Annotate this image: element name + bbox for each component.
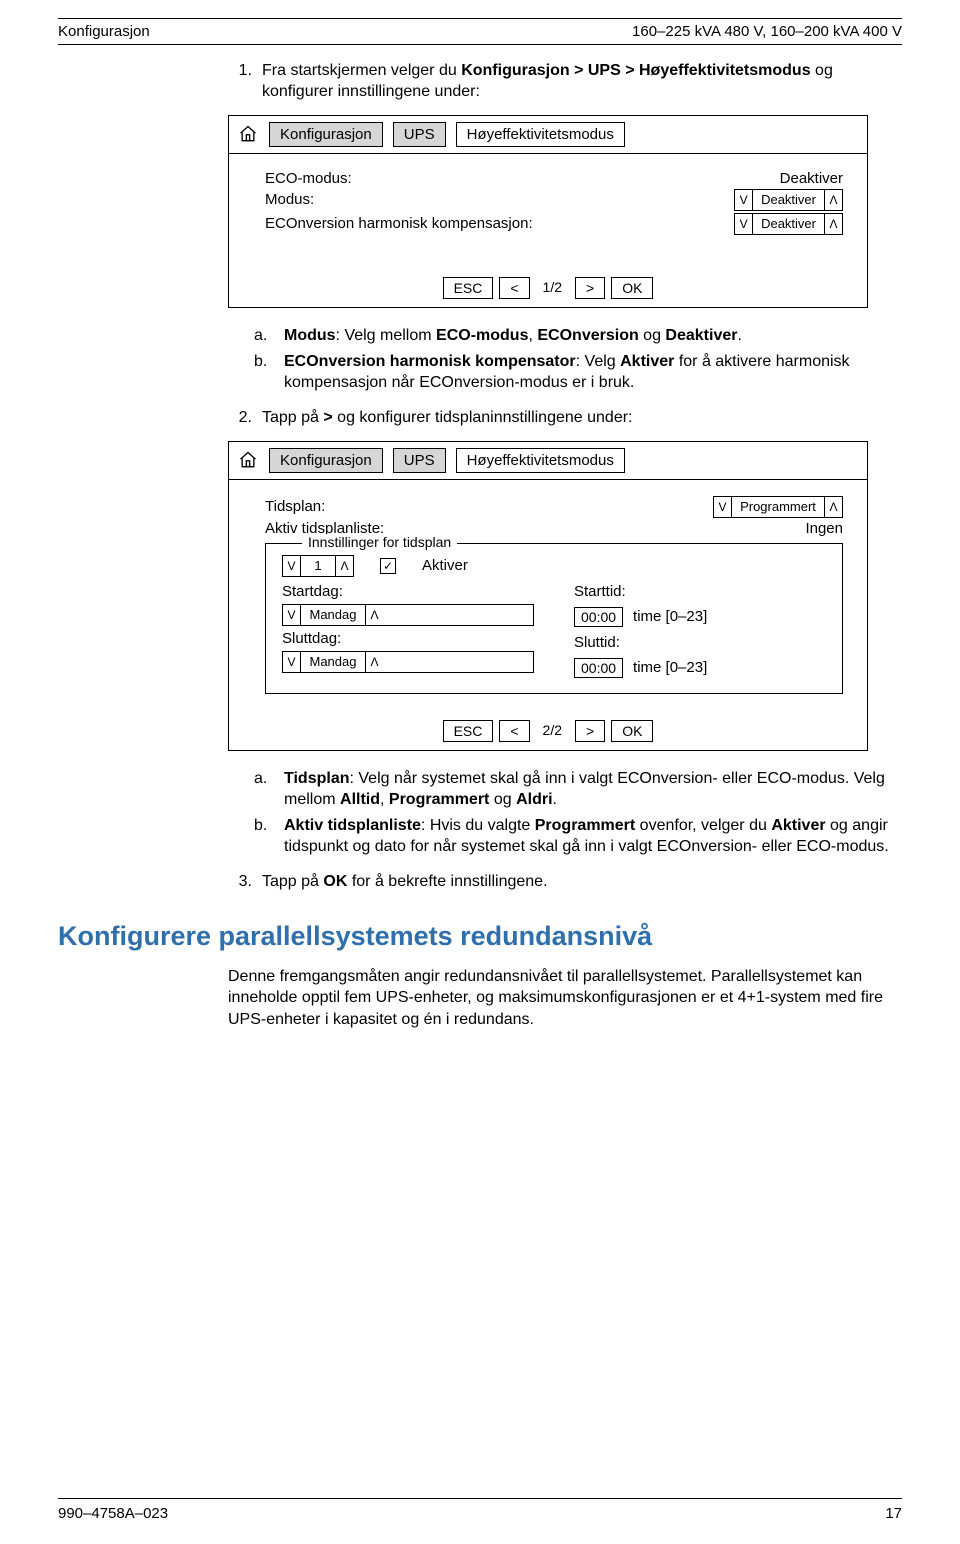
startdag-label: Startdag:: [282, 583, 534, 600]
panel-nav: ESC < 1/2 > OK: [229, 277, 867, 299]
stepper-up-icon[interactable]: Λ: [824, 190, 842, 210]
esc-button[interactable]: ESC: [443, 277, 494, 299]
stepper-down-icon[interactable]: V: [735, 190, 753, 210]
page-indicator: 1/2: [533, 277, 572, 299]
panel-nav: ESC < 2/2 > OK: [229, 720, 867, 742]
next-button[interactable]: >: [575, 720, 605, 742]
tidsplan-fieldset: Innstillinger for tidsplan V 1 Λ ✓ Aktiv…: [265, 543, 843, 694]
aktiver-label: Aktiver: [422, 557, 468, 574]
stepper-up-icon[interactable]: Λ: [824, 214, 842, 234]
crumb-ups[interactable]: UPS: [393, 122, 446, 147]
modus-stepper[interactable]: V Deaktiver Λ: [734, 189, 843, 211]
crumb-config[interactable]: Konfigurasjon: [269, 122, 383, 147]
stepper-down-icon[interactable]: V: [735, 214, 753, 234]
harm-stepper[interactable]: V Deaktiver Λ: [734, 213, 843, 235]
modus-label: Modus:: [265, 191, 314, 208]
sluttdag-label: Sluttdag:: [282, 630, 534, 647]
home-icon[interactable]: [237, 449, 259, 471]
ok-button[interactable]: OK: [611, 720, 653, 742]
step-num: 1.: [228, 61, 252, 103]
home-icon[interactable]: [237, 123, 259, 145]
breadcrumb: Konfigurasjon UPS Høyeffektivitetsmodus: [229, 442, 867, 480]
substep-2a: a. Tidsplan: Velg når systemet skal gå i…: [254, 769, 902, 811]
startdag-stepper[interactable]: V Mandag Λ: [282, 604, 534, 626]
index-stepper[interactable]: V 1 Λ: [282, 555, 354, 577]
page-header: Konfigurasjon 160–225 kVA 480 V, 160–200…: [58, 23, 902, 45]
footer-right: 17: [885, 1505, 902, 1522]
footer-left: 990–4758A–023: [58, 1505, 168, 1522]
harm-label: ECOnversion harmonisk kompensasjon:: [265, 215, 533, 232]
stepper-down-icon[interactable]: V: [714, 497, 732, 517]
step-1: 1. Fra startskjermen velger du Konfigura…: [228, 61, 902, 103]
header-right: 160–225 kVA 480 V, 160–200 kVA 400 V: [632, 23, 902, 40]
stepper-up-icon[interactable]: Λ: [824, 497, 842, 517]
header-left: Konfigurasjon: [58, 23, 150, 40]
sluttid-input[interactable]: 00:00: [574, 658, 623, 678]
aktiv-value: Ingen: [805, 520, 843, 537]
ok-button[interactable]: OK: [611, 277, 653, 299]
stepper-up-icon[interactable]: Λ: [365, 652, 383, 672]
starttid-input[interactable]: 00:00: [574, 607, 623, 627]
next-button[interactable]: >: [575, 277, 605, 299]
lcd-panel-2: Konfigurasjon UPS Høyeffektivitetsmodus …: [228, 441, 868, 751]
step-3: 3. Tapp på OK for å bekrefte innstilling…: [228, 872, 902, 893]
esc-button[interactable]: ESC: [443, 720, 494, 742]
sluttdag-stepper[interactable]: V Mandag Λ: [282, 651, 534, 673]
stepper-down-icon[interactable]: V: [283, 652, 301, 672]
stepper-up-icon[interactable]: Λ: [335, 556, 353, 576]
breadcrumb: Konfigurasjon UPS Høyeffektivitetsmodus: [229, 116, 867, 154]
eco-label: ECO-modus:: [265, 170, 352, 187]
sluttid-label: Sluttid:: [574, 634, 826, 651]
crumb-ups[interactable]: UPS: [393, 448, 446, 473]
aktiver-checkbox[interactable]: ✓: [380, 558, 396, 574]
substep-1b: b. ECOnversion harmonisk kompensator: Ve…: [254, 352, 902, 394]
section-para: Denne fremgangsmåten angir redundansnivå…: [228, 966, 902, 1031]
page-footer: 990–4758A–023 17: [58, 1498, 902, 1522]
tidsplan-stepper[interactable]: V Programmert Λ: [713, 496, 843, 518]
lcd-panel-1: Konfigurasjon UPS Høyeffektivitetsmodus …: [228, 115, 868, 308]
crumb-config[interactable]: Konfigurasjon: [269, 448, 383, 473]
starttid-label: Starttid:: [574, 583, 826, 600]
time-hint: time [0–23]: [633, 659, 707, 676]
prev-button[interactable]: <: [499, 277, 529, 299]
tidsplan-label: Tidsplan:: [265, 498, 325, 515]
fieldset-legend: Innstillinger for tidsplan: [302, 534, 457, 550]
stepper-down-icon[interactable]: V: [283, 556, 301, 576]
stepper-up-icon[interactable]: Λ: [365, 605, 383, 625]
section-title: Konfigurere parallellsystemets redundans…: [58, 921, 902, 952]
page-indicator: 2/2: [533, 720, 572, 742]
crumb-mode[interactable]: Høyeffektivitetsmodus: [456, 448, 625, 473]
eco-value: Deaktiver: [780, 170, 843, 187]
prev-button[interactable]: <: [499, 720, 529, 742]
crumb-mode[interactable]: Høyeffektivitetsmodus: [456, 122, 625, 147]
stepper-down-icon[interactable]: V: [283, 605, 301, 625]
substep-1a: a. Modus: Velg mellom ECO-modus, ECOnver…: [254, 326, 902, 347]
time-hint: time [0–23]: [633, 608, 707, 625]
step-2: 2. Tapp på > og konfigurer tidsplaninnst…: [228, 408, 902, 429]
substep-2b: b. Aktiv tidsplanliste: Hvis du valgte P…: [254, 816, 902, 858]
